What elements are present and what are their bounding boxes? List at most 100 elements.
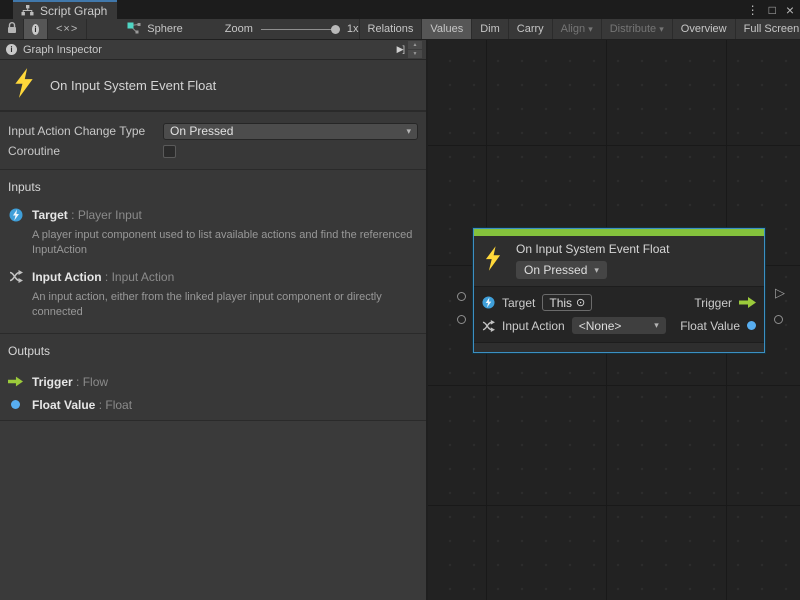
player-input-icon bbox=[482, 296, 495, 309]
node-body: Target This ⊙ Trigger bbox=[474, 287, 764, 342]
graph-toolbar: i <×> Sphere Zoom 1x Relations Values Di bbox=[0, 19, 800, 40]
button-label: Overview bbox=[681, 23, 727, 35]
event-bolt-icon bbox=[484, 245, 502, 277]
button-label: Values bbox=[430, 23, 463, 35]
flow-arrow-icon bbox=[8, 376, 23, 387]
input-description: A player input component used to list av… bbox=[32, 228, 418, 258]
zoom-slider[interactable] bbox=[261, 29, 339, 30]
chevron-down-icon: ▾ bbox=[654, 320, 659, 331]
separator: : bbox=[95, 398, 105, 412]
outputs-heading: Outputs bbox=[8, 344, 418, 358]
graph-context-breadcrumb[interactable]: Sphere bbox=[127, 19, 182, 39]
graph-context-label: Sphere bbox=[147, 23, 182, 35]
input-item-input-action: Input Action : Input Action An input act… bbox=[8, 268, 418, 320]
inspector-toggle-button[interactable]: i bbox=[24, 19, 48, 39]
button-label: Distribute bbox=[610, 23, 656, 35]
toolbar-button-full-screen[interactable]: Full Screen bbox=[735, 19, 800, 39]
input-type: Input Action bbox=[112, 270, 175, 284]
separator: : bbox=[73, 375, 83, 389]
target-value: This bbox=[549, 296, 572, 310]
float-dot-icon bbox=[8, 400, 23, 409]
inputs-heading: Inputs bbox=[8, 180, 418, 194]
input-type: Player Input bbox=[78, 208, 142, 222]
coroutine-label: Coroutine bbox=[8, 144, 163, 158]
window-close-icon[interactable]: × bbox=[786, 3, 794, 17]
input-action-input-port[interactable] bbox=[457, 315, 466, 324]
input-description: An input action, either from the linked … bbox=[32, 290, 418, 320]
input-name: Input Action bbox=[32, 270, 102, 284]
target-input-port[interactable] bbox=[457, 292, 466, 301]
info-icon: i bbox=[32, 24, 39, 35]
button-label: Full Screen bbox=[744, 23, 800, 35]
output-name: Float Value bbox=[32, 398, 95, 412]
input-item-target: Target : Player Input A player input com… bbox=[8, 206, 418, 258]
window-titlebar: Script Graph ⋮ □ × bbox=[0, 0, 800, 19]
node-header[interactable]: On Input System Event Float On Pressed ▾ bbox=[474, 236, 764, 287]
script-machine-icon bbox=[127, 22, 141, 37]
trigger-output-port[interactable]: ▷ bbox=[775, 286, 785, 299]
toolbar-button-relations[interactable]: Relations bbox=[359, 19, 422, 39]
code-view-button[interactable]: <×> bbox=[48, 19, 87, 39]
float-value-port-label: Float Value bbox=[680, 319, 740, 333]
target-this-chip[interactable]: This ⊙ bbox=[542, 294, 592, 311]
chevron-down-icon: ▾ bbox=[594, 265, 599, 276]
graph-canvas[interactable]: On Input System Event Float On Pressed ▾ bbox=[428, 40, 800, 600]
node-mode-dropdown[interactable]: On Pressed ▾ bbox=[516, 261, 607, 279]
output-type: Flow bbox=[83, 375, 108, 389]
input-action-dropdown[interactable]: <None> ▾ bbox=[572, 317, 666, 334]
window-menu-icon[interactable]: ⋮ bbox=[747, 4, 759, 16]
scroll-down-icon[interactable]: ▼ bbox=[408, 50, 422, 58]
button-label: Align bbox=[561, 23, 585, 35]
chevron-down-icon: ▾ bbox=[588, 24, 593, 35]
toolbar-button-values[interactable]: Values bbox=[421, 19, 471, 39]
output-type: Float bbox=[105, 398, 132, 412]
code-icon: <×> bbox=[56, 23, 78, 35]
graph-inspector-title: Graph Inspector bbox=[23, 44, 102, 56]
lock-icon bbox=[7, 22, 17, 37]
panel-scrollbar[interactable]: ▲ ▼ bbox=[408, 41, 422, 58]
zoom-slider-handle[interactable] bbox=[331, 25, 340, 34]
flow-arrow-icon bbox=[739, 297, 756, 308]
toolbar-button-distribute[interactable]: Distribute ▾ bbox=[601, 19, 672, 39]
change-type-label: Input Action Change Type bbox=[8, 124, 163, 138]
node-settings: Input Action Change Type On Pressed ▾ Co… bbox=[0, 112, 426, 170]
window-maximize-icon[interactable]: □ bbox=[769, 4, 776, 16]
target-port-label: Target bbox=[502, 296, 535, 310]
graph-inspector-panel: i Graph Inspector ▶] ▲ ▼ On Input System… bbox=[0, 40, 428, 600]
node-title-block: On Input System Event Float bbox=[0, 60, 426, 112]
object-picker-icon[interactable]: ⊙ bbox=[576, 296, 585, 309]
toolbar-button-align[interactable]: Align ▾ bbox=[552, 19, 601, 39]
outputs-section: Outputs Trigger : Flow Float Value : Flo… bbox=[0, 333, 426, 420]
graph-inspector-header: i Graph Inspector ▶] ▲ ▼ bbox=[0, 40, 426, 60]
graph-hierarchy-icon bbox=[21, 5, 34, 16]
node-on-input-system-event-float[interactable]: On Input System Event Float On Pressed ▾ bbox=[473, 228, 765, 353]
scroll-up-icon[interactable]: ▲ bbox=[408, 41, 422, 49]
output-item-float-value: Float Value : Float bbox=[8, 393, 418, 416]
node-mode-value: On Pressed bbox=[524, 263, 587, 277]
change-type-dropdown[interactable]: On Pressed ▾ bbox=[163, 123, 418, 140]
node-row-target-trigger: Target This ⊙ Trigger bbox=[482, 291, 756, 314]
node-event-accent-bar bbox=[474, 229, 764, 236]
toolbar-button-carry[interactable]: Carry bbox=[508, 19, 552, 39]
lock-button[interactable] bbox=[0, 19, 24, 39]
zoom-label: Zoom bbox=[225, 23, 253, 35]
player-input-icon bbox=[8, 208, 23, 222]
output-name: Trigger bbox=[32, 375, 73, 389]
dock-panel-icon[interactable]: ▶] bbox=[397, 44, 404, 55]
toolbar-button-overview[interactable]: Overview bbox=[672, 19, 735, 39]
float-value-output-port[interactable] bbox=[774, 315, 783, 324]
input-action-icon bbox=[482, 320, 495, 332]
separator: : bbox=[68, 208, 78, 222]
node-footer bbox=[474, 342, 764, 352]
toolbar-button-dim[interactable]: Dim bbox=[471, 19, 508, 39]
node-title: On Input System Event Float bbox=[516, 242, 669, 256]
inspector-empty-area bbox=[0, 420, 426, 600]
coroutine-checkbox[interactable] bbox=[163, 145, 176, 158]
trigger-port-label: Trigger bbox=[694, 296, 732, 310]
tab-script-graph[interactable]: Script Graph bbox=[13, 0, 117, 19]
zoom-control: Zoom 1x bbox=[225, 19, 359, 39]
button-label: Relations bbox=[368, 23, 414, 35]
float-dot-icon bbox=[747, 321, 756, 330]
input-action-port-label: Input Action bbox=[502, 319, 565, 333]
inputs-section: Inputs Target : Player Input A player in… bbox=[0, 170, 426, 333]
